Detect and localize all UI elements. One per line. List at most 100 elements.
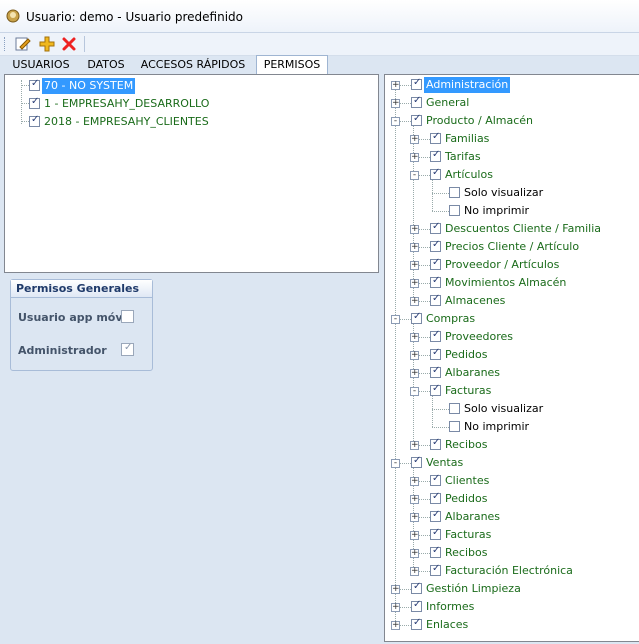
tree-label[interactable]: Proveedores: [443, 329, 515, 345]
expand-icon[interactable]: +: [410, 495, 419, 504]
tree-label[interactable]: Ventas: [424, 455, 465, 471]
tree-checkbox[interactable]: [430, 545, 441, 558]
tree-label[interactable]: Descuentos Cliente / Familia: [443, 221, 603, 237]
tree-checkbox[interactable]: [411, 617, 422, 630]
expand-icon[interactable]: +: [410, 369, 419, 378]
tree-checkbox[interactable]: [430, 365, 441, 378]
tree-checkbox[interactable]: [430, 221, 441, 234]
tree-checkbox[interactable]: [411, 455, 422, 468]
expand-icon[interactable]: +: [410, 351, 419, 360]
tree-label[interactable]: Albaranes: [443, 365, 502, 381]
tree-checkbox[interactable]: [449, 187, 460, 198]
tree-checkbox[interactable]: [430, 131, 441, 144]
tree-label[interactable]: Producto / Almacén: [424, 113, 535, 129]
company-checkbox[interactable]: [29, 114, 40, 127]
tree-label[interactable]: Facturas: [443, 383, 493, 399]
tree-label[interactable]: No imprimir: [462, 419, 531, 435]
tree-checkbox[interactable]: [430, 347, 441, 360]
tree-checkbox[interactable]: [430, 275, 441, 288]
add-icon[interactable]: [38, 35, 56, 53]
expand-icon[interactable]: +: [410, 279, 419, 288]
tree-checkbox[interactable]: [430, 293, 441, 306]
expand-icon[interactable]: +: [410, 297, 419, 306]
tree-label[interactable]: Almacenes: [443, 293, 507, 309]
tab-usuarios[interactable]: USUARIOS: [6, 56, 76, 74]
expand-icon[interactable]: +: [391, 585, 400, 594]
tree-label[interactable]: Recibos: [443, 437, 489, 453]
expand-icon[interactable]: +: [410, 261, 419, 270]
expand-icon[interactable]: +: [410, 549, 419, 558]
tree-checkbox[interactable]: [430, 149, 441, 162]
expand-icon[interactable]: +: [410, 333, 419, 342]
collapse-icon[interactable]: -: [410, 171, 419, 180]
tab-datos[interactable]: DATOS: [80, 56, 132, 74]
company-checkbox[interactable]: [29, 78, 40, 91]
expand-icon[interactable]: +: [391, 81, 400, 90]
tree-label[interactable]: Albaranes: [443, 509, 502, 525]
tree-label[interactable]: Enlaces: [424, 617, 470, 633]
collapse-icon[interactable]: -: [391, 117, 400, 126]
tree-checkbox[interactable]: [449, 421, 460, 432]
tree-label[interactable]: Facturación Electrónica: [443, 563, 575, 579]
tree-label[interactable]: Familias: [443, 131, 491, 147]
tree-label[interactable]: Clientes: [443, 473, 491, 489]
tree-checkbox[interactable]: [430, 563, 441, 576]
tree-label[interactable]: Tarifas: [443, 149, 483, 165]
expand-icon[interactable]: +: [410, 441, 419, 450]
collapse-icon[interactable]: -: [391, 459, 400, 468]
tree-checkbox[interactable]: [449, 403, 460, 414]
tree-label[interactable]: Precios Cliente / Artículo: [443, 239, 581, 255]
tree-label[interactable]: Recibos: [443, 545, 489, 561]
tree-checkbox[interactable]: [430, 509, 441, 522]
expand-icon[interactable]: +: [410, 225, 419, 234]
expand-icon[interactable]: +: [410, 567, 419, 576]
tree-checkbox[interactable]: [430, 257, 441, 270]
tree-label[interactable]: Compras: [424, 311, 477, 327]
tab-accesos-rapidos[interactable]: ACCESOS RÁPIDOS: [136, 56, 250, 74]
tree-checkbox[interactable]: [430, 437, 441, 450]
edit-icon[interactable]: [14, 35, 32, 53]
tree-label[interactable]: Solo visualizar: [462, 401, 545, 417]
expand-icon[interactable]: +: [410, 513, 419, 522]
expand-icon[interactable]: +: [391, 603, 400, 612]
toolbar-grip[interactable]: [4, 37, 8, 51]
tree-checkbox[interactable]: [430, 491, 441, 504]
companies-tree[interactable]: 70 - NO SYSTEM 1 - EMPRESAHY_DESARROLLO …: [4, 74, 379, 273]
expand-icon[interactable]: +: [410, 153, 419, 162]
tree-checkbox[interactable]: [449, 205, 460, 216]
expand-icon[interactable]: +: [410, 243, 419, 252]
company-label[interactable]: 2018 - EMPRESAHY_CLIENTES: [42, 114, 211, 130]
tree-checkbox[interactable]: [430, 329, 441, 342]
tree-label[interactable]: Pedidos: [443, 347, 490, 363]
expand-icon[interactable]: +: [410, 477, 419, 486]
tree-label[interactable]: Informes: [424, 599, 476, 615]
tree-label[interactable]: Facturas: [443, 527, 493, 543]
tree-checkbox[interactable]: [411, 95, 422, 108]
collapse-icon[interactable]: -: [410, 387, 419, 396]
tree-checkbox[interactable]: [411, 599, 422, 612]
tree-label[interactable]: Artículos: [443, 167, 495, 183]
tree-label[interactable]: Movimientos Almacén: [443, 275, 568, 291]
tree-label[interactable]: Administración: [424, 77, 511, 93]
administrador-checkbox[interactable]: [121, 342, 134, 356]
tree-checkbox[interactable]: [411, 581, 422, 594]
tree-label[interactable]: No imprimir: [462, 203, 531, 219]
tree-checkbox[interactable]: [430, 383, 441, 396]
tree-checkbox[interactable]: [411, 113, 422, 126]
tree-label[interactable]: Gestión Limpieza: [424, 581, 523, 597]
tree-checkbox[interactable]: [411, 311, 422, 324]
company-label[interactable]: 1 - EMPRESAHY_DESARROLLO: [42, 96, 211, 112]
tree-label[interactable]: Pedidos: [443, 491, 490, 507]
delete-icon[interactable]: [60, 35, 78, 53]
tree-label[interactable]: Proveedor / Artículos: [443, 257, 561, 273]
company-label[interactable]: 70 - NO SYSTEM: [42, 78, 136, 94]
tree-checkbox[interactable]: [430, 527, 441, 540]
tree-checkbox[interactable]: [430, 473, 441, 486]
permissions-tree[interactable]: + Administración + General - Producto / Almac…: [384, 74, 639, 642]
tree-checkbox[interactable]: [430, 239, 441, 252]
tree-checkbox[interactable]: [430, 167, 441, 180]
expand-icon[interactable]: +: [410, 135, 419, 144]
collapse-icon[interactable]: -: [391, 315, 400, 324]
tree-label[interactable]: Solo visualizar: [462, 185, 545, 201]
expand-icon[interactable]: +: [391, 99, 400, 108]
